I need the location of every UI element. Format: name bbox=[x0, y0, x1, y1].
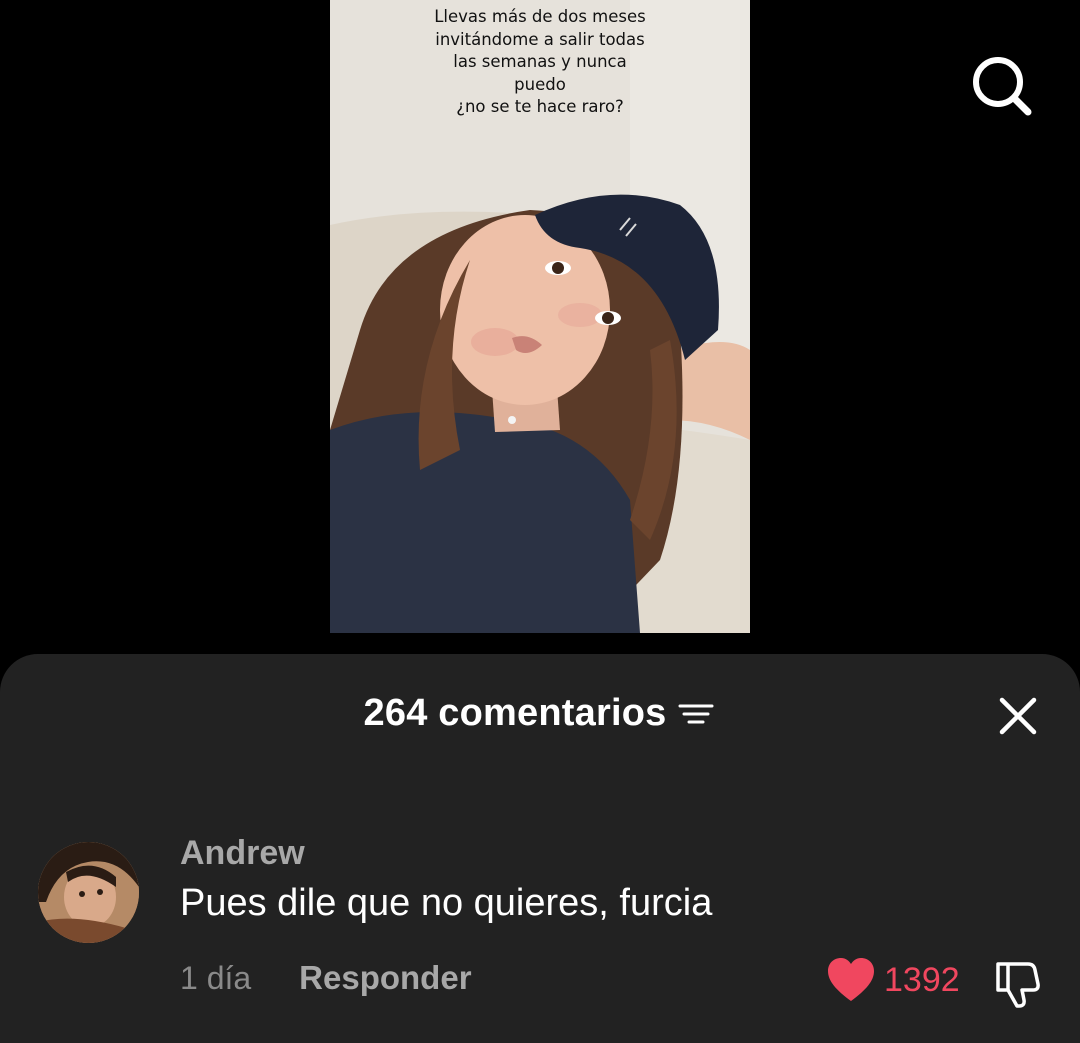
avatar[interactable] bbox=[38, 842, 139, 943]
search-button[interactable] bbox=[966, 50, 1036, 120]
video-caption: Llevas más de dos meses invitándome a sa… bbox=[370, 6, 710, 119]
comment-username[interactable]: Andrew bbox=[180, 834, 305, 873]
filter-lines-icon[interactable] bbox=[676, 694, 716, 734]
caption-line: Llevas más de dos meses bbox=[434, 7, 646, 26]
comment-text: Pues dile que no quieres, furcia bbox=[180, 882, 713, 924]
comments-count-title: 264 comentarios bbox=[363, 692, 667, 734]
comment-meta: 1 día Responder bbox=[180, 956, 472, 1000]
comments-header: 264 comentarios bbox=[0, 692, 1080, 742]
comments-sheet: 264 comentarios Andrew Pues dile que no … bbox=[0, 654, 1080, 1043]
dislike-button[interactable] bbox=[990, 956, 1044, 1010]
screen: Llevas más de dos meses invitándome a sa… bbox=[0, 0, 1080, 1043]
close-icon bbox=[999, 697, 1037, 735]
comments-title-group: 264 comentarios bbox=[364, 692, 717, 735]
comment-item: Andrew Pues dile que no quieres, furcia … bbox=[0, 834, 1080, 1024]
caption-line: ¿no se te hace raro? bbox=[456, 97, 624, 116]
reply-button[interactable]: Responder bbox=[299, 959, 471, 997]
heart-icon bbox=[828, 958, 874, 1001]
search-icon bbox=[973, 57, 1032, 116]
caption-line: invitándome a salir todas bbox=[435, 29, 645, 49]
video-player[interactable]: Llevas más de dos meses invitándome a sa… bbox=[330, 0, 750, 633]
caption-line: las semanas y nunca bbox=[453, 52, 627, 71]
like-count: 1392 bbox=[884, 960, 960, 999]
comment-timestamp: 1 día bbox=[180, 959, 252, 996]
close-button[interactable] bbox=[994, 692, 1042, 740]
caption-line: puedo bbox=[514, 74, 566, 94]
avatar-image bbox=[38, 842, 139, 943]
like-button[interactable]: 1392 bbox=[826, 956, 960, 1004]
thumbs-down-icon bbox=[996, 962, 1040, 1008]
